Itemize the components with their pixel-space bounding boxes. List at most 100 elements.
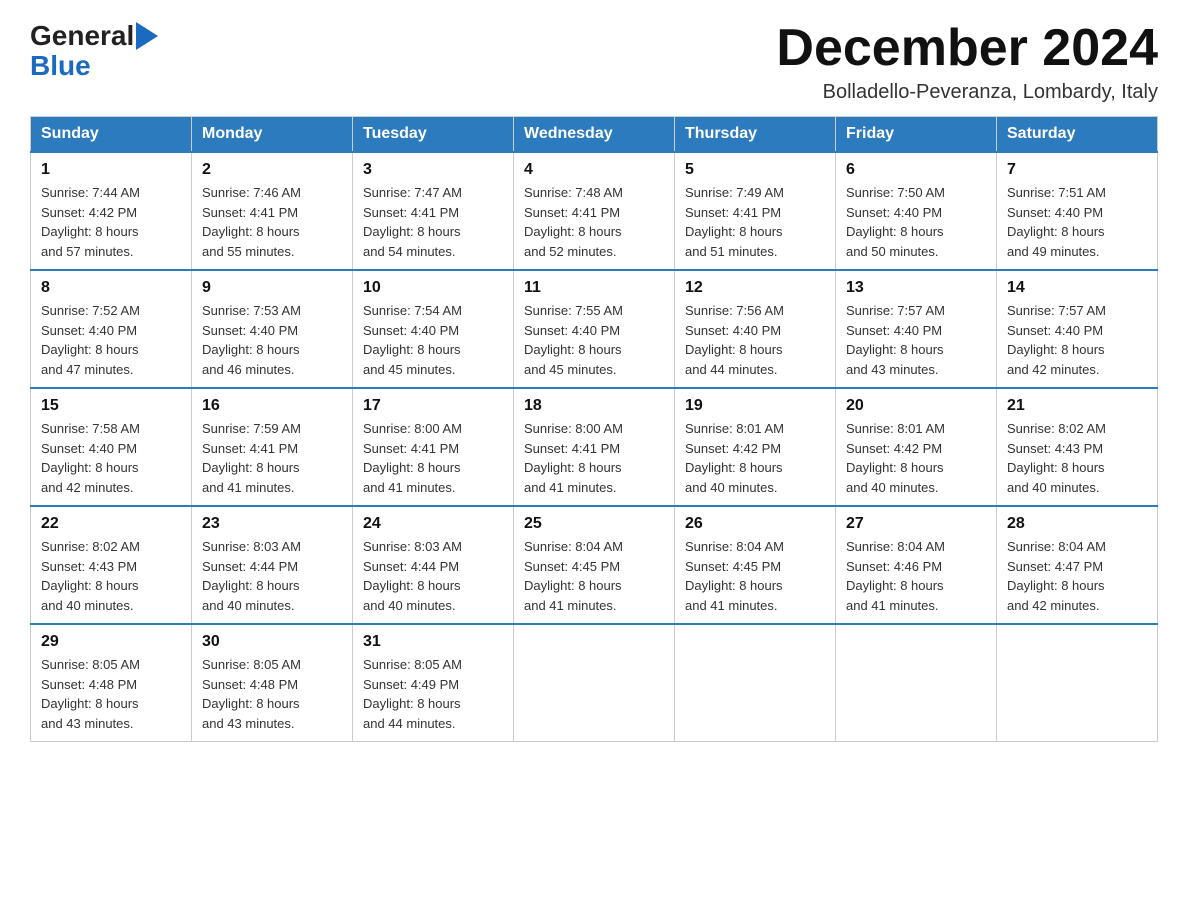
day-info: Sunrise: 8:05 AMSunset: 4:48 PMDaylight:… (202, 655, 342, 733)
day-number: 20 (846, 397, 986, 415)
day-number: 7 (1007, 161, 1147, 179)
day-info: Sunrise: 7:47 AMSunset: 4:41 PMDaylight:… (363, 183, 503, 261)
day-number: 30 (202, 633, 342, 651)
calendar-table: SundayMondayTuesdayWednesdayThursdayFrid… (30, 116, 1158, 742)
day-cell-16: 16Sunrise: 7:59 AMSunset: 4:41 PMDayligh… (192, 388, 353, 506)
day-info: Sunrise: 8:00 AMSunset: 4:41 PMDaylight:… (524, 419, 664, 497)
day-info: Sunrise: 8:03 AMSunset: 4:44 PMDaylight:… (363, 537, 503, 615)
day-cell-10: 10 Sunrise: 7:54 AMSunset: 4:40 PMDayligh… (353, 270, 514, 388)
day-number: 17 (363, 397, 503, 415)
location-subtitle: Bolladello-Peveranza, Lombardy, Italy (776, 81, 1158, 104)
week-row-4: 22Sunrise: 8:02 AMSunset: 4:43 PMDayligh… (31, 506, 1158, 624)
day-info: Sunrise: 7:44 AMSunset: 4:42 PMDaylight:… (41, 183, 181, 261)
day-number: 16 (202, 397, 342, 415)
day-info: Sunrise: 8:04 AMSunset: 4:45 PMDaylight:… (685, 537, 825, 615)
day-info: Sunrise: 7:54 AMSunset: 4:40 PMDaylight:… (363, 301, 503, 379)
day-info: Sunrise: 8:04 AMSunset: 4:46 PMDaylight:… (846, 537, 986, 615)
day-info: Sunrise: 8:03 AMSunset: 4:44 PMDaylight:… (202, 537, 342, 615)
day-number: 6 (846, 161, 986, 179)
day-number: 19 (685, 397, 825, 415)
day-cell-2: 2 Sunrise: 7:46 AMSunset: 4:41 PMDaylight… (192, 152, 353, 270)
empty-cell (997, 624, 1158, 742)
logo-general-text: General (30, 20, 134, 52)
logo: General Blue (30, 20, 158, 80)
day-cell-27: 27 Sunrise: 8:04 AMSunset: 4:46 PMDayligh… (836, 506, 997, 624)
day-info: Sunrise: 7:53 AMSunset: 4:40 PMDaylight:… (202, 301, 342, 379)
day-info: Sunrise: 7:46 AMSunset: 4:41 PMDaylight:… (202, 183, 342, 261)
day-number: 11 (524, 279, 664, 297)
day-cell-21: 21Sunrise: 8:02 AMSunset: 4:43 PMDayligh… (997, 388, 1158, 506)
day-info: Sunrise: 7:49 AMSunset: 4:41 PMDaylight:… (685, 183, 825, 261)
empty-cell (675, 624, 836, 742)
day-info: Sunrise: 7:48 AMSunset: 4:41 PMDaylight:… (524, 183, 664, 261)
day-cell-26: 26 Sunrise: 8:04 AMSunset: 4:45 PMDayligh… (675, 506, 836, 624)
day-cell-6: 6Sunrise: 7:50 AMSunset: 4:40 PMDaylight… (836, 152, 997, 270)
day-info: Sunrise: 8:05 AMSunset: 4:49 PMDaylight:… (363, 655, 503, 733)
logo-arrow-icon (136, 22, 158, 50)
day-info: Sunrise: 8:04 AMSunset: 4:47 PMDaylight:… (1007, 537, 1147, 615)
day-number: 31 (363, 633, 503, 651)
logo-blue-text: Blue (30, 52, 91, 80)
day-info: Sunrise: 8:04 AMSunset: 4:45 PMDaylight:… (524, 537, 664, 615)
week-row-5: 29 Sunrise: 8:05 AMSunset: 4:48 PMDayligh… (31, 624, 1158, 742)
day-number: 8 (41, 279, 181, 297)
month-title: December 2024 (776, 20, 1158, 77)
day-info: Sunrise: 8:02 AMSunset: 4:43 PMDaylight:… (1007, 419, 1147, 497)
day-header-tuesday: Tuesday (353, 117, 514, 153)
day-number: 15 (41, 397, 181, 415)
day-header-thursday: Thursday (675, 117, 836, 153)
day-cell-4: 4 Sunrise: 7:48 AMSunset: 4:41 PMDaylight… (514, 152, 675, 270)
day-cell-29: 29 Sunrise: 8:05 AMSunset: 4:48 PMDayligh… (31, 624, 192, 742)
day-number: 23 (202, 515, 342, 533)
day-info: Sunrise: 8:01 AMSunset: 4:42 PMDaylight:… (846, 419, 986, 497)
day-number: 9 (202, 279, 342, 297)
day-cell-8: 8 Sunrise: 7:52 AMSunset: 4:40 PMDaylight… (31, 270, 192, 388)
day-info: Sunrise: 7:57 AMSunset: 4:40 PMDaylight:… (1007, 301, 1147, 379)
day-number: 18 (524, 397, 664, 415)
day-cell-31: 31 Sunrise: 8:05 AMSunset: 4:49 PMDayligh… (353, 624, 514, 742)
header-row: SundayMondayTuesdayWednesdayThursdayFrid… (31, 117, 1158, 153)
day-number: 28 (1007, 515, 1147, 533)
day-cell-22: 22Sunrise: 8:02 AMSunset: 4:43 PMDayligh… (31, 506, 192, 624)
day-cell-14: 14 Sunrise: 7:57 AMSunset: 4:40 PMDayligh… (997, 270, 1158, 388)
day-cell-30: 30 Sunrise: 8:05 AMSunset: 4:48 PMDayligh… (192, 624, 353, 742)
day-cell-9: 9 Sunrise: 7:53 AMSunset: 4:40 PMDaylight… (192, 270, 353, 388)
day-info: Sunrise: 8:02 AMSunset: 4:43 PMDaylight:… (41, 537, 181, 615)
day-number: 10 (363, 279, 503, 297)
title-block: December 2024 Bolladello-Peveranza, Lomb… (776, 20, 1158, 104)
page-header: General Blue December 2024 Bolladello-Pe… (30, 20, 1158, 104)
day-number: 2 (202, 161, 342, 179)
day-number: 27 (846, 515, 986, 533)
day-number: 26 (685, 515, 825, 533)
day-cell-23: 23 Sunrise: 8:03 AMSunset: 4:44 PMDayligh… (192, 506, 353, 624)
empty-cell (836, 624, 997, 742)
day-cell-13: 13Sunrise: 7:57 AMSunset: 4:40 PMDayligh… (836, 270, 997, 388)
day-number: 4 (524, 161, 664, 179)
day-cell-25: 25 Sunrise: 8:04 AMSunset: 4:45 PMDayligh… (514, 506, 675, 624)
day-number: 29 (41, 633, 181, 651)
day-header-saturday: Saturday (997, 117, 1158, 153)
day-cell-5: 5Sunrise: 7:49 AMSunset: 4:41 PMDaylight… (675, 152, 836, 270)
day-info: Sunrise: 7:55 AMSunset: 4:40 PMDaylight:… (524, 301, 664, 379)
day-cell-24: 24 Sunrise: 8:03 AMSunset: 4:44 PMDayligh… (353, 506, 514, 624)
day-info: Sunrise: 7:56 AMSunset: 4:40 PMDaylight:… (685, 301, 825, 379)
day-number: 3 (363, 161, 503, 179)
day-info: Sunrise: 8:05 AMSunset: 4:48 PMDaylight:… (41, 655, 181, 733)
day-number: 25 (524, 515, 664, 533)
day-header-sunday: Sunday (31, 117, 192, 153)
day-info: Sunrise: 8:00 AMSunset: 4:41 PMDaylight:… (363, 419, 503, 497)
week-row-2: 8 Sunrise: 7:52 AMSunset: 4:40 PMDaylight… (31, 270, 1158, 388)
day-cell-7: 7 Sunrise: 7:51 AMSunset: 4:40 PMDaylight… (997, 152, 1158, 270)
day-info: Sunrise: 7:51 AMSunset: 4:40 PMDaylight:… (1007, 183, 1147, 261)
day-header-friday: Friday (836, 117, 997, 153)
day-cell-17: 17 Sunrise: 8:00 AMSunset: 4:41 PMDayligh… (353, 388, 514, 506)
day-number: 14 (1007, 279, 1147, 297)
day-number: 12 (685, 279, 825, 297)
day-cell-18: 18 Sunrise: 8:00 AMSunset: 4:41 PMDayligh… (514, 388, 675, 506)
day-number: 24 (363, 515, 503, 533)
week-row-3: 15 Sunrise: 7:58 AMSunset: 4:40 PMDayligh… (31, 388, 1158, 506)
day-info: Sunrise: 7:58 AMSunset: 4:40 PMDaylight:… (41, 419, 181, 497)
day-info: Sunrise: 7:52 AMSunset: 4:40 PMDaylight:… (41, 301, 181, 379)
day-cell-12: 12 Sunrise: 7:56 AMSunset: 4:40 PMDayligh… (675, 270, 836, 388)
empty-cell (514, 624, 675, 742)
